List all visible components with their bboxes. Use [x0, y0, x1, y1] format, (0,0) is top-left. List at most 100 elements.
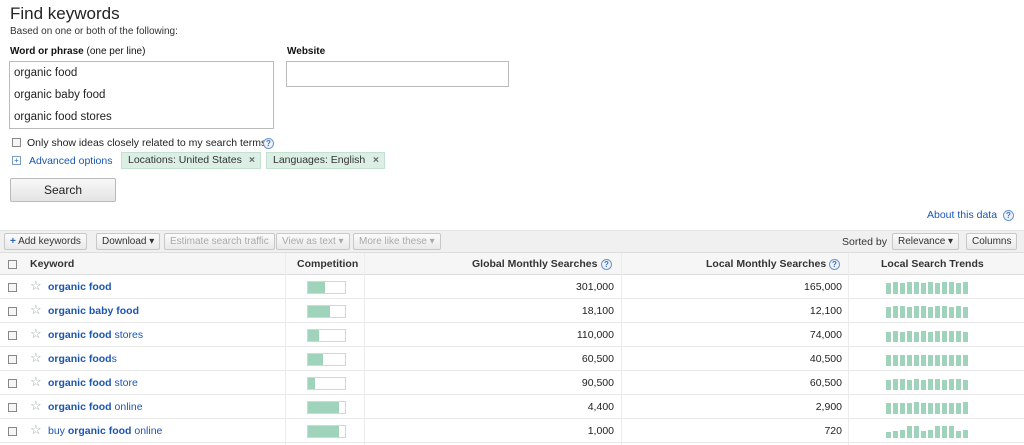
trend-bar	[900, 403, 905, 414]
plus-icon: +	[10, 236, 16, 247]
close-icon[interactable]: ×	[373, 153, 379, 168]
trend-bar	[900, 430, 905, 438]
keyword-prefix: buy	[48, 425, 68, 437]
trend-bar	[886, 403, 891, 414]
trend-bar	[921, 403, 926, 414]
trend-bar	[928, 282, 933, 294]
estimate-traffic-button[interactable]: Estimate search traffic	[164, 233, 275, 250]
more-like-these-button[interactable]: More like these ▾	[353, 233, 441, 250]
global-searches-value: 60,500	[581, 353, 614, 365]
trend-bar	[886, 432, 891, 438]
relevance-select[interactable]: Relevance ▾	[892, 233, 960, 250]
trend-bar	[900, 306, 905, 318]
trend-bar	[900, 332, 905, 342]
col-keyword[interactable]: Keyword	[30, 258, 74, 270]
row-checkbox[interactable]	[8, 403, 17, 412]
competition-fill	[308, 426, 339, 437]
trend-bar	[921, 431, 926, 438]
phrase-textarea[interactable]: organic food organic baby food organic f…	[9, 61, 274, 129]
row-checkbox[interactable]	[8, 331, 17, 340]
view-as-text-button[interactable]: View as text ▾	[276, 233, 350, 250]
trend-bar	[942, 380, 947, 390]
col-local-trends: Local Search Trends	[881, 258, 984, 270]
local-searches-value: 2,900	[815, 401, 842, 413]
location-chip[interactable]: Locations: United States ×	[121, 152, 261, 169]
trend-bar	[928, 332, 933, 342]
advanced-options-link[interactable]: Advanced options	[29, 155, 112, 167]
trend-bar	[928, 355, 933, 366]
col-competition[interactable]: Competition	[297, 258, 358, 270]
keyword-link[interactable]: organic food store	[48, 377, 138, 389]
expand-icon[interactable]: +	[12, 156, 21, 165]
keyword-link[interactable]: buy organic food online	[48, 425, 162, 437]
keyword-link[interactable]: organic food online	[48, 401, 143, 413]
keyword-match: organic food	[67, 425, 132, 437]
trend-bar	[921, 306, 926, 318]
star-icon[interactable]: ☆	[30, 278, 42, 294]
help-icon[interactable]: ?	[263, 138, 274, 149]
keyword-suffix: s	[111, 353, 117, 365]
trend-bar	[928, 430, 933, 438]
star-icon[interactable]: ☆	[30, 398, 42, 414]
table-row: ☆ organic food stores 110,000 74,000	[0, 323, 1024, 347]
trend-bar	[963, 282, 968, 294]
location-chip-label: Locations: United States	[128, 154, 242, 166]
sorted-by-label: Sorted by	[842, 236, 887, 248]
about-data-link[interactable]: About this data	[927, 209, 997, 221]
trend-bar	[893, 282, 898, 294]
search-button[interactable]: Search	[10, 178, 116, 202]
keyword-match: organic food	[48, 377, 112, 389]
trend-bar	[949, 282, 954, 294]
competition-bar	[307, 401, 346, 414]
trend-bar	[907, 426, 912, 438]
keyword-link[interactable]: organic baby food	[48, 305, 139, 317]
keyword-link[interactable]: organic food	[48, 281, 112, 293]
trend-sparkline	[886, 424, 976, 438]
keyword-link[interactable]: organic foods	[48, 353, 117, 365]
row-checkbox[interactable]	[8, 307, 17, 316]
global-searches-value: 90,500	[581, 377, 614, 389]
keyword-link[interactable]: organic food stores	[48, 329, 143, 341]
trend-bar	[935, 331, 940, 342]
keyword-match: organic baby food	[48, 305, 140, 317]
close-icon[interactable]: ×	[249, 153, 255, 168]
trend-bar	[921, 331, 926, 342]
only-related-checkbox[interactable]	[12, 138, 21, 147]
website-label: Website	[287, 46, 326, 57]
help-icon[interactable]: ?	[601, 259, 612, 270]
trend-bar	[942, 331, 947, 342]
trend-sparkline	[886, 280, 976, 294]
global-searches-value: 1,000	[587, 425, 614, 437]
trend-bar	[928, 307, 933, 318]
download-button[interactable]: Download ▾	[96, 233, 161, 250]
trend-bar	[963, 355, 968, 366]
language-chip[interactable]: Languages: English ×	[266, 152, 385, 169]
website-input[interactable]	[286, 61, 509, 87]
keyword-match: organic food	[48, 401, 112, 413]
trend-bar	[956, 355, 961, 366]
phrase-line: organic food stores	[14, 111, 112, 123]
keyword-match: organic food	[48, 281, 112, 293]
trend-bar	[914, 332, 919, 342]
help-icon[interactable]: ?	[1003, 210, 1014, 221]
star-icon[interactable]: ☆	[30, 326, 42, 342]
col-local-searches[interactable]: Local Monthly Searches	[706, 258, 826, 270]
star-icon[interactable]: ☆	[30, 422, 42, 438]
star-icon[interactable]: ☆	[30, 350, 42, 366]
help-icon[interactable]: ?	[829, 259, 840, 270]
columns-button[interactable]: Columns	[966, 233, 1018, 250]
star-icon[interactable]: ☆	[30, 374, 42, 390]
trend-bar	[907, 307, 912, 318]
table-row: ☆ organic food 301,000 165,000	[0, 275, 1024, 299]
trend-bar	[949, 355, 954, 366]
add-keywords-button[interactable]: + Add keywords	[4, 233, 87, 250]
star-icon[interactable]: ☆	[30, 302, 42, 318]
trend-bar	[942, 355, 947, 366]
trend-bar	[886, 332, 891, 342]
row-checkbox[interactable]	[8, 379, 17, 388]
select-all-checkbox[interactable]	[8, 260, 17, 269]
row-checkbox[interactable]	[8, 355, 17, 364]
row-checkbox[interactable]	[8, 427, 17, 436]
row-checkbox[interactable]	[8, 283, 17, 292]
col-global-searches[interactable]: Global Monthly Searches	[472, 258, 597, 270]
